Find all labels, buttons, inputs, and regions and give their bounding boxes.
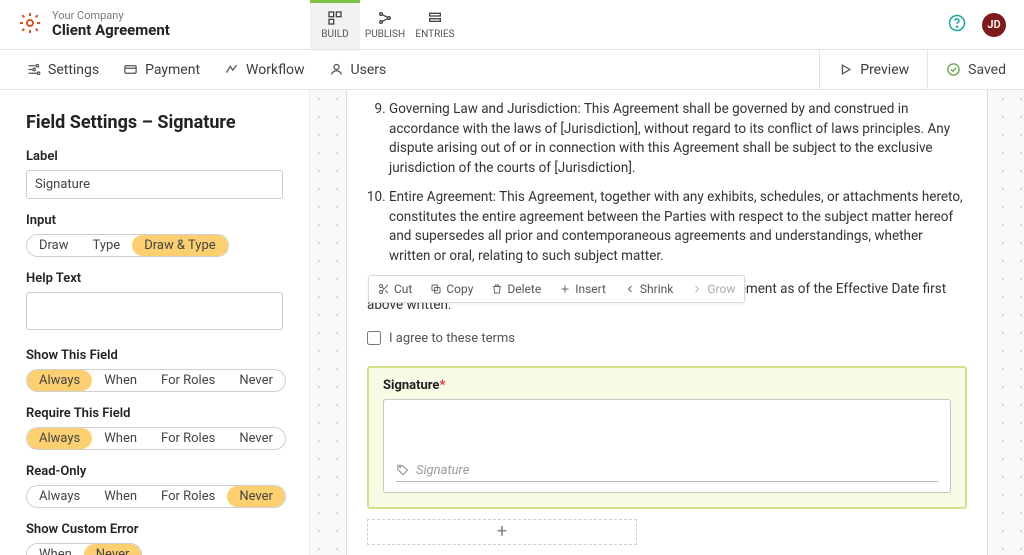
field-settings-panel: Field Settings – Signature Label Input D… [0, 90, 310, 555]
second-bar: Settings Payment Workflow Users Preview … [0, 50, 1024, 90]
requirefield-heading: Require This Field [26, 406, 283, 421]
top-bar: Your Company Client Agreement BUILD PUBL… [0, 0, 1024, 50]
readonly-heading: Read-Only [26, 464, 283, 479]
sliders-icon [26, 62, 41, 77]
agree-label: I agree to these terms [389, 331, 515, 346]
brand: Your Company Client Agreement [0, 0, 310, 49]
nav-settings[interactable]: Settings [14, 50, 111, 89]
signature-pad[interactable]: Signature [383, 399, 951, 493]
toolbar-insert[interactable]: Insert [550, 276, 615, 302]
check-circle-icon [946, 62, 961, 77]
preview-button[interactable]: Preview [819, 50, 927, 89]
tab-entries-label: ENTRIES [415, 29, 454, 40]
input-mode-draw[interactable]: Draw [27, 235, 81, 256]
clause-10: Entire Agreement: This Agreement, togeth… [389, 188, 967, 266]
customerror-never[interactable]: Never [84, 544, 142, 555]
help-icon[interactable] [948, 14, 966, 36]
helptext-heading: Help Text [26, 271, 283, 286]
tag-icon [396, 463, 410, 477]
agree-checkbox[interactable] [367, 331, 381, 345]
tab-build-label: BUILD [321, 29, 348, 40]
tab-publish[interactable]: PUBLISH [360, 0, 410, 49]
input-mode-group: Draw Type Draw & Type [26, 234, 229, 257]
input-mode-drawtype[interactable]: Draw & Type [132, 235, 227, 256]
customerror-when[interactable]: When [27, 544, 84, 555]
panel-title: Field Settings – Signature [26, 112, 283, 133]
toolbar-grow: Grow [682, 276, 744, 302]
form-card: Governing Law and Jurisdiction: This Agr… [346, 90, 988, 555]
plus-icon [559, 283, 571, 295]
logo-gear-icon [18, 11, 42, 39]
saved-status: Saved [927, 50, 1024, 89]
helptext-input[interactable] [26, 292, 283, 330]
signature-label: Signature* [383, 378, 951, 393]
requirefield-always[interactable]: Always [27, 428, 92, 449]
requirefield-never[interactable]: Never [227, 428, 285, 449]
toolbar-copy[interactable]: Copy [421, 276, 482, 302]
toolbar-shrink[interactable]: Shrink [615, 276, 682, 302]
showfield-never[interactable]: Never [227, 370, 285, 391]
add-field-slot[interactable]: + [367, 519, 637, 545]
readonly-group: Always When For Roles Never [26, 485, 286, 508]
toolbar-delete[interactable]: Delete [482, 276, 550, 302]
readonly-always[interactable]: Always [27, 486, 92, 507]
copy-icon [430, 283, 442, 295]
showfield-heading: Show This Field [26, 348, 283, 363]
input-mode-type[interactable]: Type [81, 235, 133, 256]
agree-checkbox-row[interactable]: I agree to these terms [367, 331, 967, 346]
signature-placeholder: Signature [416, 463, 469, 478]
showfield-when[interactable]: When [92, 370, 149, 391]
tab-build[interactable]: BUILD [310, 0, 360, 49]
nav-workflow[interactable]: Workflow [212, 50, 317, 89]
showfield-group: Always When For Roles Never [26, 369, 286, 392]
nav-users[interactable]: Users [317, 50, 399, 89]
primary-tabs: BUILD PUBLISH ENTRIES [310, 0, 460, 49]
toolbar-cut[interactable]: Cut [369, 276, 421, 302]
plus-icon: + [497, 521, 507, 542]
workflow-icon [224, 62, 239, 77]
input-heading: Input [26, 213, 283, 228]
tab-publish-label: PUBLISH [365, 29, 405, 40]
play-icon [838, 62, 853, 77]
field-toolbar: Cut Copy Delete Insert Shrink Grow [368, 275, 745, 303]
nav-payment[interactable]: Payment [111, 50, 212, 89]
customerror-heading: Show Custom Error [26, 522, 283, 537]
form-title: Client Agreement [52, 22, 170, 39]
trash-icon [491, 283, 503, 295]
requirefield-forroles[interactable]: For Roles [149, 428, 227, 449]
scissors-icon [378, 283, 390, 295]
requirefield-group: Always When For Roles Never [26, 427, 286, 450]
arrow-right-icon [691, 283, 703, 295]
readonly-forroles[interactable]: For Roles [149, 486, 227, 507]
clause-list: Governing Law and Jurisdiction: This Agr… [367, 100, 967, 267]
readonly-when[interactable]: When [92, 486, 149, 507]
tab-entries[interactable]: ENTRIES [410, 0, 460, 49]
label-heading: Label [26, 149, 283, 164]
showfield-forroles[interactable]: For Roles [149, 370, 227, 391]
form-canvas: Cut Copy Delete Insert Shrink Grow Gover… [310, 90, 1024, 555]
clause-9: Governing Law and Jurisdiction: This Agr… [389, 100, 967, 178]
customerror-group: When Never [26, 543, 142, 555]
user-avatar[interactable]: JD [982, 13, 1006, 37]
showfield-always[interactable]: Always [27, 370, 92, 391]
arrow-left-icon [624, 283, 636, 295]
signature-field[interactable]: Signature* Signature [367, 366, 967, 509]
label-input[interactable] [26, 170, 283, 199]
card-icon [123, 62, 138, 77]
readonly-never[interactable]: Never [227, 486, 285, 507]
users-icon [329, 62, 344, 77]
requirefield-when[interactable]: When [92, 428, 149, 449]
signature-name-row[interactable]: Signature [396, 463, 938, 482]
